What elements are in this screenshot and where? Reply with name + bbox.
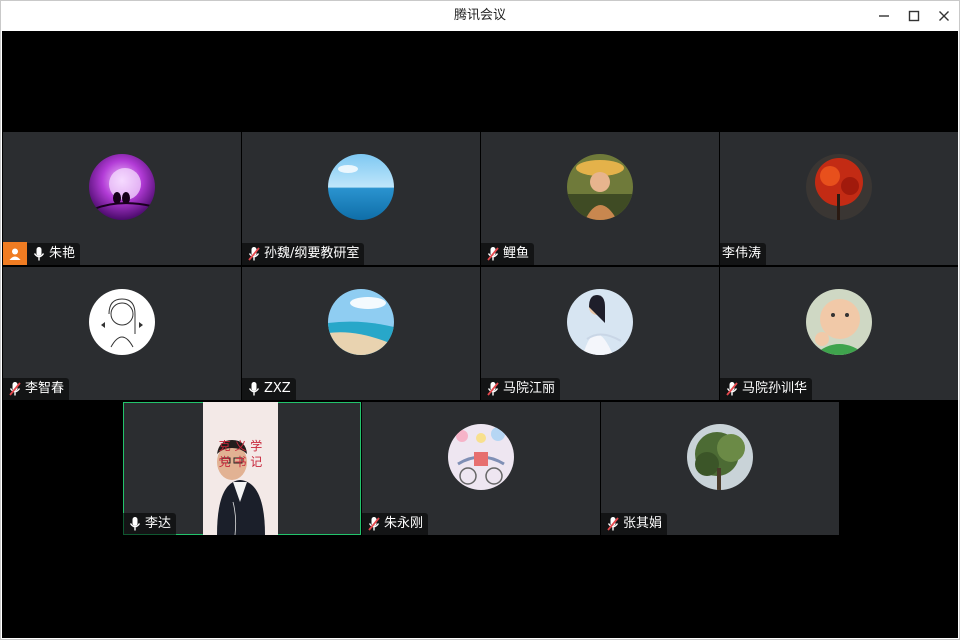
microphone-muted-icon[interactable]	[485, 378, 501, 400]
microphone-icon[interactable]	[127, 513, 143, 535]
name-label: 朱艳	[3, 242, 81, 265]
name-label: 孙魏/纲要教研室	[242, 243, 365, 265]
participant-tile[interactable]: 鲤鱼	[481, 132, 719, 265]
name-label: 鲤鱼	[481, 243, 535, 265]
avatar	[567, 289, 633, 355]
microphone-muted-icon[interactable]	[724, 378, 740, 400]
participant-name: 马院江丽	[503, 381, 556, 396]
name-label: 朱永刚	[362, 513, 429, 535]
participant-name: ZXZ	[264, 381, 291, 396]
minimize-icon	[879, 15, 889, 17]
avatar	[89, 289, 155, 355]
participant-name: 马院孙训华	[742, 381, 808, 396]
avatar	[806, 154, 872, 220]
participant-name: 孙魏/纲要教研室	[264, 246, 360, 261]
microphone-muted-icon[interactable]	[246, 243, 262, 265]
participant-name: 张其娟	[623, 516, 663, 531]
name-label: 马院孙训华	[720, 378, 813, 400]
participant-tile[interactable]: 孙魏/纲要教研室	[242, 132, 480, 265]
participant-tile[interactable]: 李智春	[3, 267, 241, 400]
participant-name: 李达	[145, 516, 172, 531]
microphone-muted-icon[interactable]	[7, 378, 23, 400]
participant-name: 李智春	[25, 381, 65, 396]
microphone-icon[interactable]	[31, 243, 47, 265]
avatar	[328, 289, 394, 355]
participant-name: 李伟涛	[722, 246, 762, 261]
backdrop-text-line2: 党 书 记	[218, 455, 263, 469]
participant-tile[interactable]: 马院江丽	[481, 267, 719, 400]
avatar	[687, 424, 753, 490]
participant-tile[interactable]: 马院孙训华	[720, 267, 958, 400]
backdrop-text-line1: 克 义 学	[218, 439, 263, 453]
participant-tile[interactable]: 朱艳	[3, 132, 241, 265]
close-icon	[939, 11, 949, 21]
maximize-icon	[908, 10, 920, 22]
name-label: 李伟涛	[720, 243, 767, 265]
participant-tile[interactable]: 李伟涛	[720, 132, 958, 265]
microphone-muted-icon[interactable]	[485, 243, 501, 265]
avatar	[89, 154, 155, 220]
participant-tile-speaking[interactable]: 克 义 学 党 书 记 李达	[123, 402, 361, 535]
participant-tile[interactable]: 朱永刚	[362, 402, 600, 535]
name-label: 李达	[123, 513, 177, 535]
participant-name: 朱永刚	[384, 516, 424, 531]
avatar	[806, 289, 872, 355]
window-title: 腾讯会议	[453, 8, 506, 23]
meeting-window: 腾讯会议 朱艳 孙魏/纲要教研室 鲤鱼 李伟涛 李智春 ZXZ 马院江丽 马院孙…	[0, 0, 960, 640]
close-button[interactable]	[929, 1, 959, 31]
avatar	[328, 154, 394, 220]
name-label: ZXZ	[242, 378, 296, 400]
maximize-button[interactable]	[899, 1, 929, 31]
participant-video: 克 义 学 党 书 记	[203, 402, 278, 535]
microphone-muted-icon[interactable]	[605, 513, 621, 535]
name-label: 马院江丽	[481, 378, 561, 400]
minimize-button[interactable]	[869, 1, 899, 31]
title-bar: 腾讯会议	[1, 1, 959, 31]
video-grid: 朱艳 孙魏/纲要教研室 鲤鱼 李伟涛 李智春 ZXZ 马院江丽 马院孙训华 克 …	[2, 31, 958, 638]
participant-tile[interactable]: 张其娟	[601, 402, 839, 535]
name-label: 张其娟	[601, 513, 668, 535]
participant-tile[interactable]: ZXZ	[242, 267, 480, 400]
host-badge-icon	[3, 242, 27, 265]
avatar	[567, 154, 633, 220]
microphone-muted-icon[interactable]	[366, 513, 382, 535]
participant-name: 朱艳	[49, 246, 76, 261]
name-label: 李智春	[3, 378, 70, 400]
microphone-icon[interactable]	[246, 378, 262, 400]
avatar	[448, 424, 514, 490]
participant-name: 鲤鱼	[503, 246, 530, 261]
